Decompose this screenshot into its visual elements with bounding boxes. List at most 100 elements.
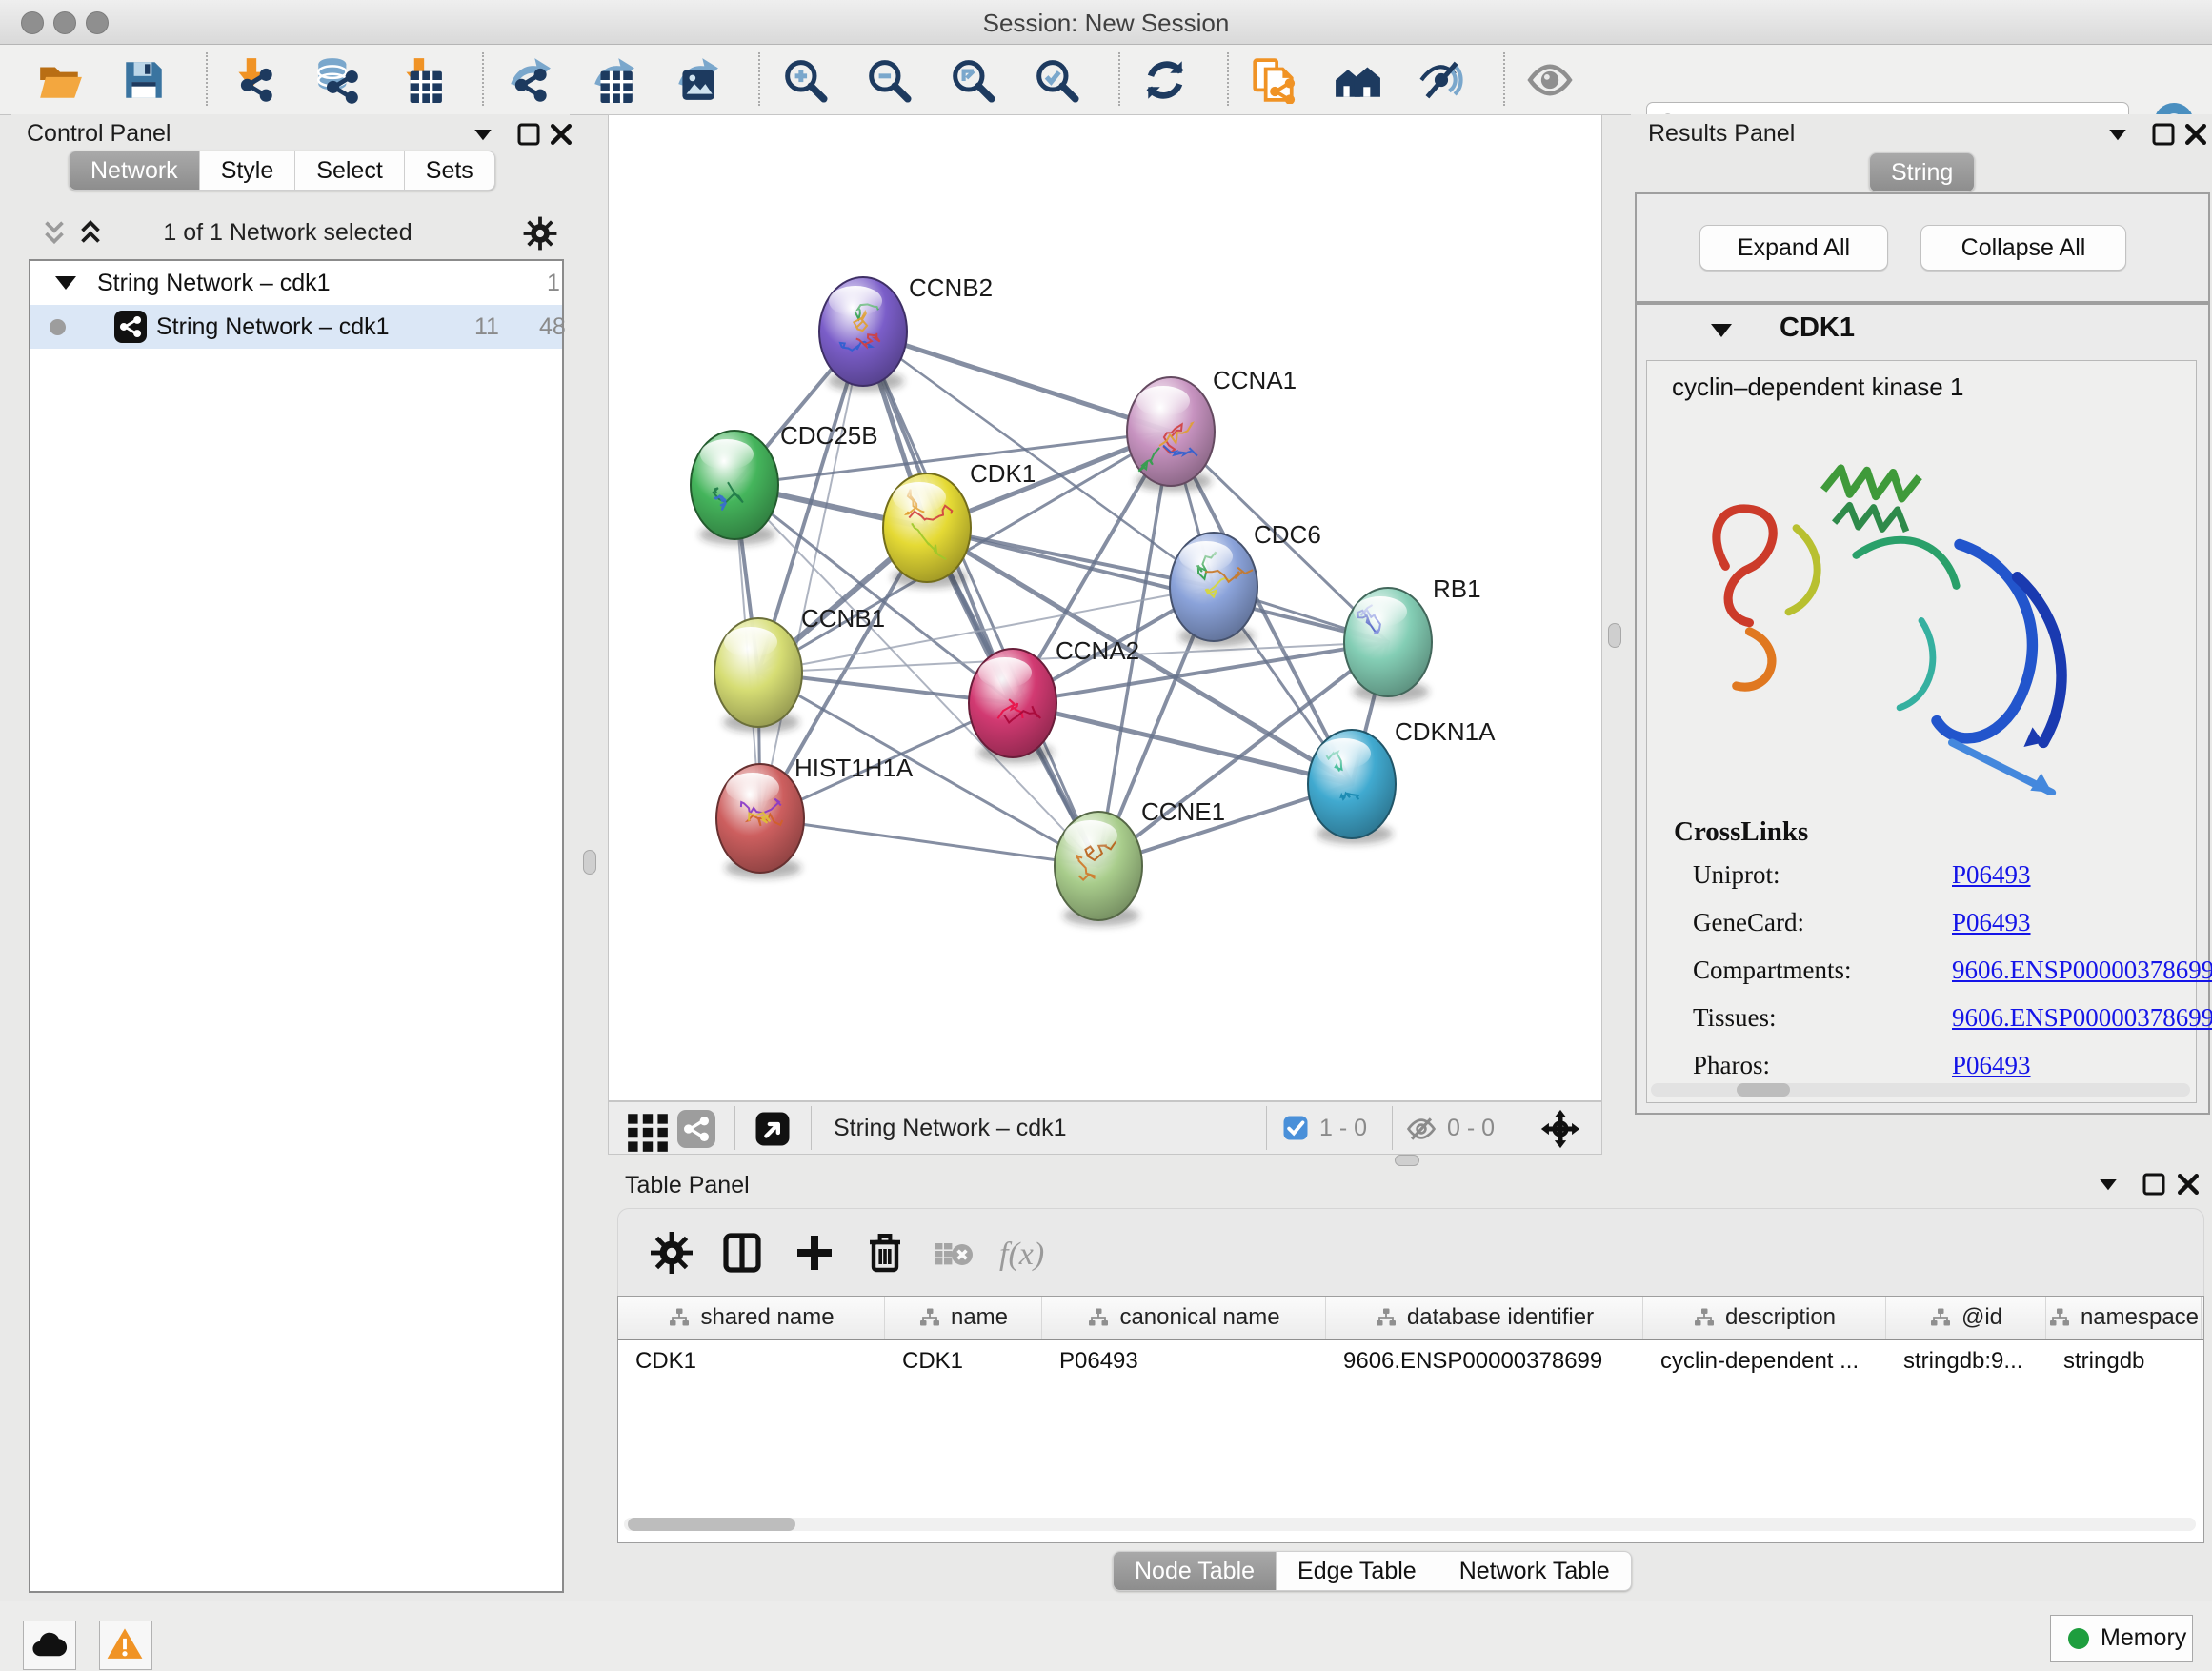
network-row-selected[interactable]: String Network – cdk1 11 48	[30, 305, 562, 349]
tab-style[interactable]: Style	[200, 151, 296, 191]
collection-count: 1	[547, 270, 560, 297]
fit-content-crosshair-icon[interactable]	[1538, 1107, 1582, 1151]
export-table-icon[interactable]	[589, 56, 636, 104]
node-CDC25B[interactable]: CDC25B	[691, 421, 878, 545]
table-cell[interactable]: stringdb:9...	[1886, 1340, 2046, 1382]
node-table: shared name name canonical namedatabase id…	[617, 1296, 2204, 1543]
current-network-label: String Network – cdk1	[834, 1115, 1067, 1142]
edge-CCNB2-CCNA1[interactable]	[863, 332, 1171, 432]
tab-network[interactable]: Network	[69, 151, 200, 191]
birdseye-view-icon[interactable]	[754, 1110, 792, 1148]
node-CCNE1[interactable]: CCNE1	[1055, 797, 1225, 926]
table-cell[interactable]: stringdb	[2046, 1340, 2202, 1382]
zoom-fit-icon[interactable]	[949, 56, 996, 104]
open-session-icon[interactable]	[36, 56, 84, 104]
results-panel: Results Panel String Expand All Collapse…	[1631, 114, 2212, 1155]
node-RB1[interactable]: RB1	[1344, 574, 1481, 702]
column-header-name[interactable]: name	[885, 1297, 1042, 1339]
zoom-out-icon[interactable]	[865, 56, 913, 104]
collapse-all-button[interactable]: Collapse All	[1920, 225, 2126, 271]
import-network-from-database-icon[interactable]	[312, 56, 360, 104]
results-panel-close-button[interactable]	[2182, 120, 2210, 149]
warning-status-button[interactable]	[99, 1621, 152, 1670]
zoom-in-icon[interactable]	[781, 56, 829, 104]
horizontal-splitter-handle[interactable]	[1395, 1155, 1419, 1166]
network-options-gear-icon[interactable]	[522, 215, 558, 252]
double-home-icon[interactable]	[1334, 56, 1381, 104]
table-cell[interactable]: 9606.ENSP00000378699	[1326, 1340, 1643, 1382]
import-network-from-file-icon[interactable]	[229, 56, 276, 104]
node-HIST1H1A[interactable]: HIST1H1A	[716, 754, 914, 878]
show-columns-icon[interactable]	[719, 1230, 765, 1276]
tab-string[interactable]: String	[1869, 152, 1975, 192]
network-canvas[interactable]: CCNB2 CCNA1 CDC25B CDK1 CDC6	[608, 114, 1602, 1101]
crosslink-link-pharos[interactable]: P06493	[1952, 1051, 2031, 1080]
tab-node-table[interactable]: Node Table	[1113, 1551, 1277, 1591]
refresh-layout-icon[interactable]	[1141, 56, 1189, 104]
expand-all-button[interactable]: Expand All	[1699, 225, 1888, 271]
node-CCNA2[interactable]: CCNA2	[969, 636, 1139, 763]
column-header-canonical-name[interactable]: canonical name	[1042, 1297, 1326, 1339]
table-row[interactable]: CDK1CDK1P064939606.ENSP00000378699cyclin…	[618, 1340, 2203, 1382]
edge-CCNB2-CCNE1[interactable]	[863, 332, 1098, 866]
tab-network-table[interactable]: Network Table	[1438, 1551, 1632, 1591]
import-table-from-file-icon[interactable]	[396, 56, 444, 104]
table-cell[interactable]: P06493	[1042, 1340, 1326, 1382]
node-CCNB2[interactable]: CCNB2	[819, 273, 993, 392]
selected-checkbox-icon[interactable]	[1281, 1114, 1310, 1142]
zoom-selected-icon[interactable]	[1033, 56, 1080, 104]
node-label-CCNA2: CCNA2	[1056, 636, 1139, 665]
save-session-icon[interactable]	[120, 56, 168, 104]
memory-button[interactable]: Memory	[2050, 1615, 2193, 1662]
control-panel-title: Control Panel	[27, 120, 171, 148]
tab-edge-table[interactable]: Edge Table	[1277, 1551, 1438, 1591]
collapse-all-networks-icon[interactable]	[38, 217, 70, 250]
control-panel-close-button[interactable]	[547, 120, 575, 149]
edge-CCNA2-CDKN1A[interactable]	[1013, 703, 1352, 784]
node-CDKN1A[interactable]: CDKN1A	[1308, 717, 1496, 844]
crosslink-link-uniprot[interactable]: P06493	[1952, 860, 2031, 890]
collection-expander-icon[interactable]	[55, 276, 76, 290]
string-import-icon[interactable]	[1250, 56, 1297, 104]
crosslink-link-compartments[interactable]: 9606.ENSP00000378699	[1952, 956, 2212, 985]
table-settings-gear-icon[interactable]	[649, 1230, 694, 1276]
crosslink-link-genecard[interactable]: P06493	[1952, 908, 2031, 937]
tab-select[interactable]: Select	[295, 151, 404, 191]
node-CDC6[interactable]: CDC6	[1170, 520, 1321, 647]
crosslink-link-tissues[interactable]: 9606.ENSP00000378699	[1952, 1003, 2212, 1033]
column-header-namespace[interactable]: namespace	[2046, 1297, 2202, 1339]
cloud-status-button[interactable]	[23, 1621, 76, 1670]
table-panel-menu-button[interactable]	[2094, 1170, 2122, 1198]
eye-slash-icon[interactable]	[1418, 56, 1465, 104]
column-header--id[interactable]: @id	[1886, 1297, 2046, 1339]
export-image-icon[interactable]	[673, 56, 720, 104]
add-column-icon[interactable]	[792, 1230, 837, 1276]
network-collection-row[interactable]: String Network – cdk1 1	[30, 261, 562, 305]
control-panel-float-button[interactable]	[514, 120, 543, 149]
table-cell[interactable]: CDK1	[618, 1340, 885, 1382]
network-selection-status: 1 of 1 Network selected	[88, 219, 488, 247]
table-panel-close-button[interactable]	[2174, 1170, 2202, 1198]
right-splitter-handle[interactable]	[1608, 623, 1621, 648]
results-panel-float-button[interactable]	[2149, 120, 2178, 149]
table-cell[interactable]: CDK1	[885, 1340, 1042, 1382]
grid-view-icon[interactable]	[624, 1108, 666, 1150]
gene-box-hscrollbar-thumb[interactable]	[1737, 1083, 1790, 1097]
table-hscrollbar-thumb[interactable]	[628, 1518, 795, 1531]
column-header-shared-name[interactable]: shared name	[618, 1297, 885, 1339]
table-cell[interactable]: cyclin-dependent ...	[1643, 1340, 1886, 1382]
gene-collapse-icon[interactable]	[1711, 324, 1732, 337]
control-panel-menu-button[interactable]	[469, 120, 497, 149]
table-panel-float-button[interactable]	[2140, 1170, 2168, 1198]
results-panel-menu-button[interactable]	[2103, 120, 2132, 149]
network-share-view-icon[interactable]	[677, 1110, 715, 1148]
tab-sets[interactable]: Sets	[405, 151, 495, 191]
edge-HIST1H1A-CCNE1[interactable]	[760, 818, 1098, 866]
delete-column-trash-icon[interactable]	[862, 1230, 908, 1276]
export-network-icon[interactable]	[505, 56, 553, 104]
column-header-description[interactable]: description	[1643, 1297, 1886, 1339]
left-splitter-handle[interactable]	[583, 850, 596, 875]
hidden-eye-slash-icon[interactable]	[1405, 1113, 1438, 1145]
column-header-database-identifier[interactable]: database identifier	[1326, 1297, 1643, 1339]
column-header-label: name	[951, 1304, 1008, 1331]
